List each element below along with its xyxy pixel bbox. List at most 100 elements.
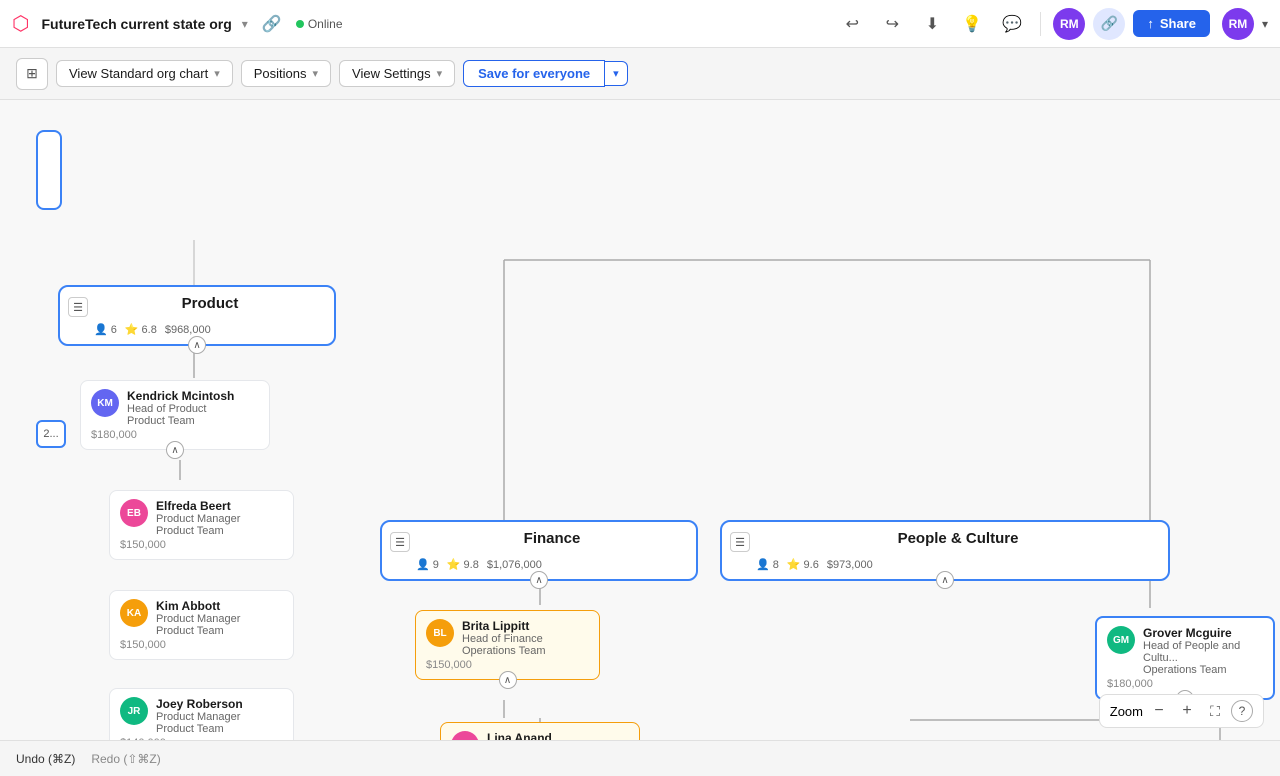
partial-left-card: [36, 130, 62, 210]
joey-team: Product Team: [156, 723, 243, 735]
zoom-controls: Zoom − + ⛶ ?: [1099, 694, 1264, 728]
people-culture-group-header: ☰ People & Culture: [730, 530, 1160, 558]
product-group-stats: 👤6 ⭐6.8 $968,000: [68, 323, 326, 336]
positions-caret-icon: ▾: [313, 67, 319, 80]
kendrick-card[interactable]: KM Kendrick Mcintosh Head of Product Pro…: [80, 380, 270, 450]
product-group-title: Product: [94, 295, 326, 312]
share-label: Share: [1160, 16, 1196, 31]
finance-collapse-btn[interactable]: ∧: [530, 571, 548, 589]
app-title: FutureTech current state org: [41, 16, 231, 32]
elfreda-card[interactable]: EB Elfreda Beert Product Manager Product…: [109, 490, 294, 560]
zoom-fit-button[interactable]: ⛶: [1203, 699, 1227, 723]
grover-row: GM Grover Mcguire Head of People and Cul…: [1107, 626, 1263, 676]
product-salary: $968,000: [165, 324, 211, 336]
finance-group-card: ☰ Finance 👤9 ⭐9.8 $1,076,000 ∧: [380, 520, 698, 581]
pc-collapse-btn[interactable]: ∧: [936, 571, 954, 589]
save-button-wrap: Save for everyone ▾: [463, 60, 628, 87]
sidebar-toggle-button[interactable]: ⊞: [16, 58, 48, 90]
kendrick-collapse-btn[interactable]: ∧: [166, 441, 184, 459]
canvas: 2... ☰ Product 👤6 ⭐6.8 $968,000 ∧ KM Ken…: [0, 100, 1280, 776]
lightbulb-button[interactable]: 💡: [956, 8, 988, 40]
avatar-rm: RM: [1053, 8, 1085, 40]
brita-name: Brita Lippitt: [462, 619, 546, 633]
view-settings-button[interactable]: View Settings ▾: [339, 60, 455, 87]
kim-card[interactable]: KA Kim Abbott Product Manager Product Te…: [109, 590, 294, 660]
online-dot: [296, 20, 304, 28]
app-logo: ⬡: [12, 11, 29, 36]
elfreda-role: Product Manager: [156, 513, 240, 525]
elfreda-name: Elfreda Beert: [156, 499, 240, 513]
finance-group-title: Finance: [416, 530, 688, 547]
elfreda-row: EB Elfreda Beert Product Manager Product…: [120, 499, 283, 537]
settings-caret-icon: ▾: [437, 67, 443, 80]
pc-people-count: 👤8: [756, 558, 779, 571]
save-caret-button[interactable]: ▾: [605, 61, 628, 86]
pc-salary: $973,000: [827, 559, 873, 571]
brita-team: Operations Team: [462, 645, 546, 657]
view-settings-label: View Settings: [352, 66, 431, 81]
link-button[interactable]: 🔗: [256, 8, 288, 40]
chat-button[interactable]: 💬: [996, 8, 1028, 40]
view-standard-button[interactable]: View Standard org chart ▾: [56, 60, 233, 87]
brita-card[interactable]: BL Brita Lippitt Head of Finance Operati…: [415, 610, 600, 680]
finance-group-collapse-icon[interactable]: ☰: [390, 532, 410, 552]
user-avatar: RM: [1222, 8, 1254, 40]
brita-collapse-btn[interactable]: ∧: [499, 671, 517, 689]
brita-row: BL Brita Lippitt Head of Finance Operati…: [426, 619, 589, 657]
kim-role: Product Manager: [156, 613, 240, 625]
product-group-header: ☰ Product: [68, 295, 326, 323]
grover-salary: $180,000: [1107, 678, 1263, 690]
kim-avatar: KA: [120, 599, 148, 627]
undo-button[interactable]: Undo (⌘Z): [16, 752, 75, 766]
product-group-card: ☰ Product 👤6 ⭐6.8 $968,000 ∧: [58, 285, 336, 346]
undo-topbar-button[interactable]: ↩: [836, 8, 868, 40]
kim-name: Kim Abbott: [156, 599, 240, 613]
title-caret-icon[interactable]: ▾: [242, 17, 248, 31]
product-collapse-btn[interactable]: ∧: [188, 336, 206, 354]
positions-label: Positions: [254, 66, 307, 81]
zoom-label: Zoom: [1110, 704, 1143, 719]
kim-salary: $150,000: [120, 639, 283, 651]
finance-rating: ⭐9.8: [447, 558, 479, 571]
link-share-icon[interactable]: 🔗: [1093, 8, 1125, 40]
joey-row: JR Joey Roberson Product Manager Product…: [120, 697, 283, 735]
share-icon: ↑: [1147, 16, 1154, 31]
grover-role: Head of People and Cultu...: [1143, 640, 1263, 664]
grover-card[interactable]: GM Grover Mcguire Head of People and Cul…: [1095, 616, 1275, 700]
brita-role: Head of Finance: [462, 633, 546, 645]
joey-role: Product Manager: [156, 711, 243, 723]
redo-topbar-button[interactable]: ↪: [876, 8, 908, 40]
grover-team: Operations Team: [1143, 664, 1263, 676]
kendrick-name: Kendrick Mcintosh: [127, 389, 234, 403]
product-group-collapse-icon[interactable]: ☰: [68, 297, 88, 317]
grover-avatar: GM: [1107, 626, 1135, 654]
people-culture-title: People & Culture: [756, 530, 1160, 547]
people-culture-stats: 👤8 ⭐9.6 $973,000: [730, 558, 1160, 571]
user-caret-button[interactable]: ▾: [1262, 17, 1268, 31]
online-label: Online: [308, 17, 343, 31]
bottombar: Undo (⌘Z) Redo (⇧⌘Z): [0, 740, 1280, 776]
people-culture-collapse-icon[interactable]: ☰: [730, 532, 750, 552]
redo-button[interactable]: Redo (⇧⌘Z): [91, 752, 160, 766]
zoom-in-button[interactable]: +: [1175, 699, 1199, 723]
grover-name: Grover Mcguire: [1143, 626, 1263, 640]
download-button[interactable]: ⬇: [916, 8, 948, 40]
view-standard-label: View Standard org chart: [69, 66, 208, 81]
positions-button[interactable]: Positions ▾: [241, 60, 331, 87]
share-button[interactable]: ↑ Share: [1133, 10, 1210, 37]
kendrick-avatar: KM: [91, 389, 119, 417]
kendrick-team: Product Team: [127, 415, 234, 427]
finance-salary: $1,076,000: [487, 559, 542, 571]
brita-avatar: BL: [426, 619, 454, 647]
online-status: Online: [296, 17, 343, 31]
zoom-help-button[interactable]: ?: [1231, 700, 1253, 722]
finance-group-stats: 👤9 ⭐9.8 $1,076,000: [390, 558, 688, 571]
partial-number-card: 2...: [36, 420, 66, 448]
view-caret-icon: ▾: [214, 67, 220, 80]
pc-rating: ⭐9.6: [787, 558, 819, 571]
zoom-out-button[interactable]: −: [1147, 699, 1171, 723]
save-button[interactable]: Save for everyone: [463, 60, 605, 87]
elfreda-team: Product Team: [156, 525, 240, 537]
elfreda-avatar: EB: [120, 499, 148, 527]
joey-name: Joey Roberson: [156, 697, 243, 711]
